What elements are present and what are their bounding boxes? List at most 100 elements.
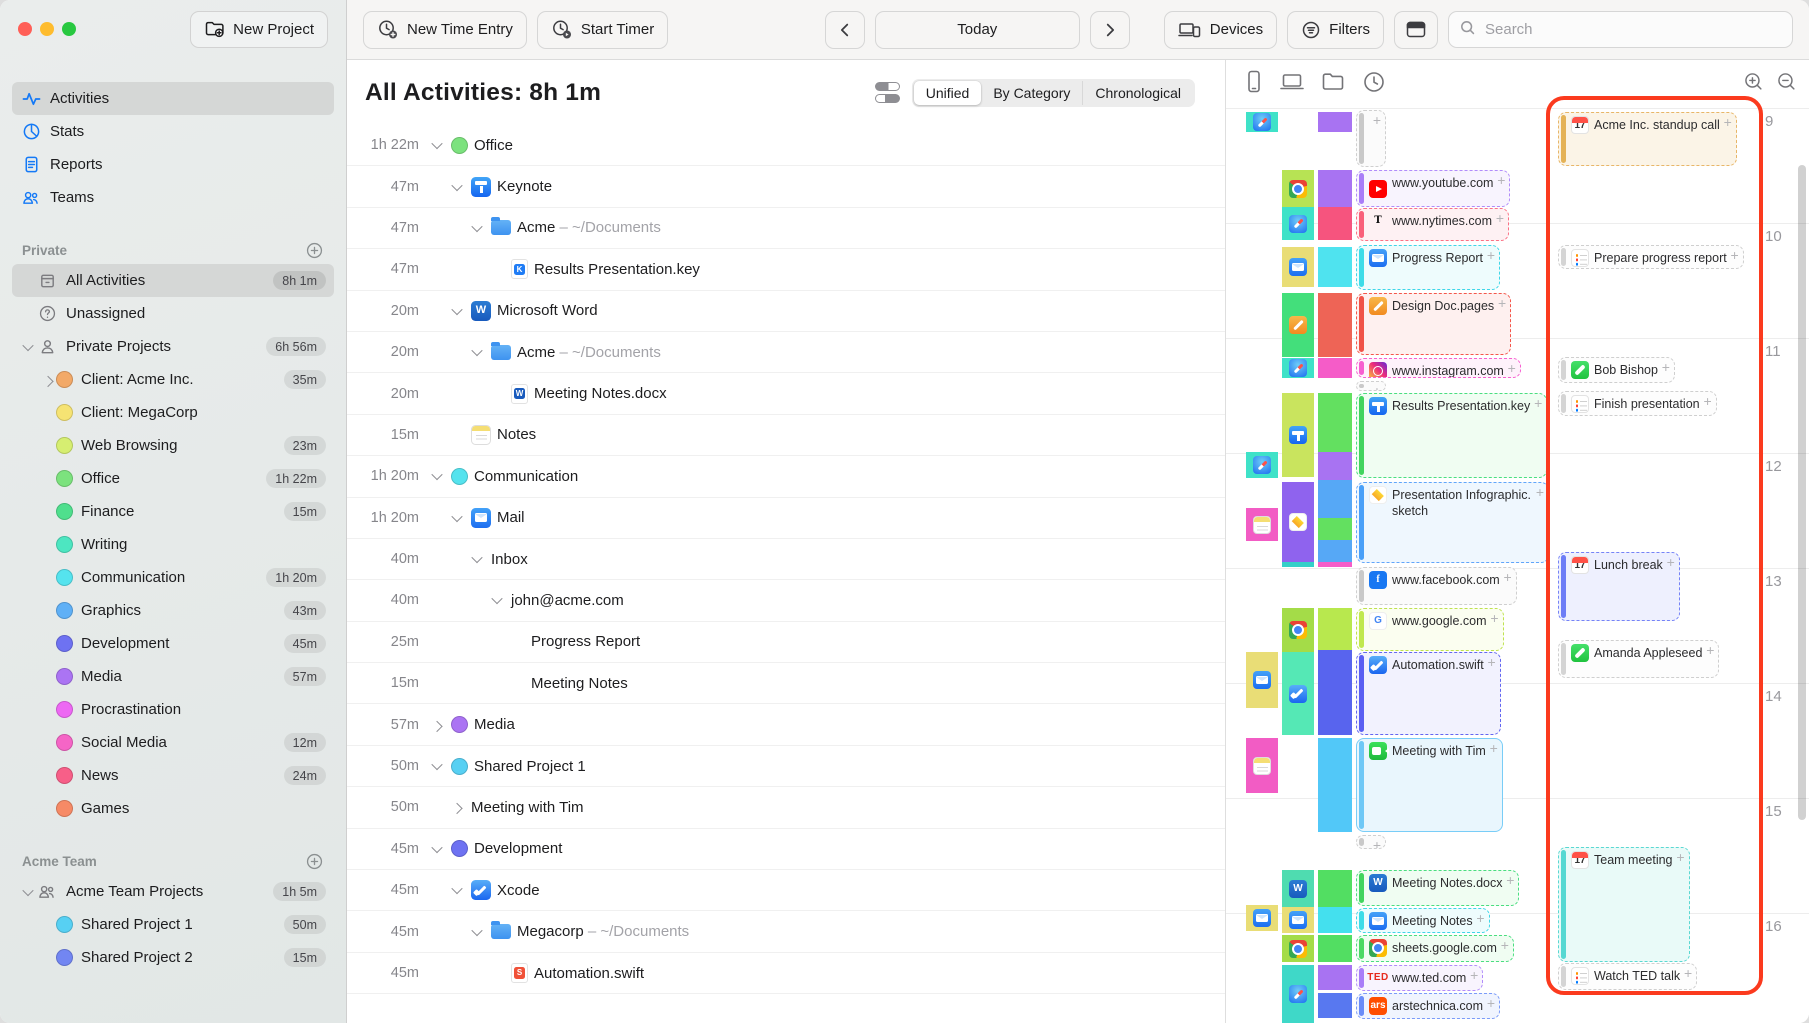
activity-row-office[interactable]: 1h 22mOffice	[347, 125, 1225, 166]
previous-day-button[interactable]	[825, 11, 865, 49]
sidebar-item-shared-project-2[interactable]: Shared Project 215m	[32, 941, 334, 974]
task-entry-bob-bishop[interactable]: Bob Bishop+	[1558, 357, 1675, 383]
usage-entry-www-instagram-com[interactable]: www.instagram.com+	[1356, 358, 1521, 378]
usage-entry-progress-report[interactable]: Progress Report+	[1356, 245, 1500, 290]
disclosure-chevron[interactable]	[449, 886, 465, 894]
timeline-block[interactable]	[1318, 935, 1352, 962]
activity-row-megacorp[interactable]: 45mMegacorp – ~/Documents	[347, 911, 1225, 952]
sidebar-item-games[interactable]: Games	[32, 792, 334, 825]
add-rule-button[interactable]: +	[1506, 873, 1514, 887]
activity-row-shared-project-1[interactable]: 50mShared Project 1	[347, 746, 1225, 787]
sidebar-item-unassigned[interactable]: Unassigned	[12, 297, 334, 330]
timeline-block[interactable]	[1318, 358, 1352, 378]
view-option-chronological[interactable]: Chronological	[1082, 81, 1193, 105]
activity-row-progress-report[interactable]: 25mProgress Report	[347, 622, 1225, 663]
activity-row-xcode[interactable]: 45mXcode	[347, 870, 1225, 911]
disclosure-chevron[interactable]	[469, 928, 485, 936]
sidebar-item-all-activities[interactable]: All Activities8h 1m	[12, 264, 334, 297]
next-day-button[interactable]	[1090, 11, 1130, 49]
add-rule-button[interactable]: +	[1487, 996, 1495, 1010]
disclosure-chevron[interactable]	[429, 141, 445, 149]
activity-row-media[interactable]: 57mMedia	[347, 704, 1225, 745]
timeline-block[interactable]	[1318, 993, 1352, 1018]
add-rule-button[interactable]: +	[1496, 211, 1504, 225]
timeline-block[interactable]	[1318, 452, 1352, 480]
activity-row-mail[interactable]: 1h 20mMail	[347, 498, 1225, 539]
sidebar-item-client-megacorp[interactable]: Client: MegaCorp	[32, 396, 334, 429]
task-entry-team-meeting[interactable]: 17Team meeting+	[1558, 847, 1690, 962]
usage-entry-www-youtube-com[interactable]: www.youtube.com+	[1356, 170, 1510, 207]
usage-entry-empty[interactable]: +	[1356, 110, 1386, 167]
add-project-button[interactable]	[305, 852, 324, 871]
activity-row-acme[interactable]: 20mAcme – ~/Documents	[347, 332, 1225, 373]
timeline-block[interactable]	[1246, 508, 1278, 541]
usage-entry-empty[interactable]: +	[1356, 835, 1386, 849]
timeline-block[interactable]	[1318, 112, 1352, 132]
add-rule-button[interactable]: +	[1470, 968, 1478, 982]
timeline-block[interactable]	[1318, 738, 1352, 832]
usage-entry-meeting-with-tim[interactable]: Meeting with Tim+	[1356, 738, 1503, 832]
timeline-block[interactable]	[1246, 652, 1278, 708]
activity-row-automation-swift[interactable]: 45mSAutomation.swift	[347, 953, 1225, 994]
add-rule-button[interactable]: +	[1508, 361, 1516, 375]
task-entry-amanda-appleseed[interactable]: Amanda Appleseed+	[1558, 640, 1719, 678]
add-rule-button[interactable]: +	[1373, 113, 1381, 127]
timeline-block[interactable]	[1318, 907, 1352, 933]
timeline-block[interactable]	[1282, 652, 1314, 735]
sidebar-item-finance[interactable]: Finance15m	[32, 495, 334, 528]
disclosure-chevron[interactable]	[469, 555, 485, 563]
timeline-block[interactable]	[1318, 518, 1352, 540]
disclosure-chevron[interactable]	[449, 514, 465, 522]
usage-entry-meeting-notes[interactable]: Meeting Notes+	[1356, 908, 1490, 933]
add-rule-button[interactable]: +	[1373, 838, 1381, 849]
timeline-block[interactable]	[1282, 393, 1314, 477]
usage-entry-arstechnica-com[interactable]: arsarstechnica.com+	[1356, 993, 1500, 1019]
sidebar-item-private-projects[interactable]: Private Projects6h 56m	[12, 330, 334, 363]
start-timer-button[interactable]: Start Timer	[537, 11, 668, 49]
activity-row-meeting-notes[interactable]: 15mMeeting Notes	[347, 663, 1225, 704]
task-entry-lunch-break[interactable]: 17Lunch break+	[1558, 552, 1680, 621]
activity-row-meeting-notes-docx[interactable]: 20mWMeeting Notes.docx	[347, 373, 1225, 414]
timeline-block[interactable]	[1246, 738, 1278, 793]
filters-button[interactable]: Filters	[1287, 11, 1384, 49]
add-rule-button[interactable]: +	[1667, 555, 1675, 569]
activity-row-development[interactable]: 45mDevelopment	[347, 829, 1225, 870]
timeline-block[interactable]	[1318, 207, 1352, 240]
sidebar-item-writing[interactable]: Writing	[32, 528, 334, 561]
timeline-block[interactable]	[1282, 247, 1314, 287]
timeline-block[interactable]	[1318, 247, 1352, 287]
timeline-block[interactable]	[1318, 540, 1352, 562]
timeline-block[interactable]	[1282, 482, 1314, 562]
zoom-out-icon[interactable]	[1776, 71, 1797, 92]
timeline-block[interactable]	[1318, 562, 1352, 567]
timeline-block[interactable]	[1282, 293, 1314, 357]
minimize-button[interactable]	[40, 22, 54, 36]
sidebar-item-graphics[interactable]: Graphics43m	[32, 594, 334, 627]
sidebar-item-social-media[interactable]: Social Media12m	[32, 726, 334, 759]
new-time-entry-button[interactable]: New Time Entry	[363, 11, 527, 49]
timeline-block[interactable]	[1282, 907, 1314, 933]
add-rule-button[interactable]: +	[1476, 911, 1484, 925]
timeline-block[interactable]	[1282, 207, 1314, 240]
usage-entry-results-presentation-key[interactable]: Results Presentation.key+	[1356, 393, 1547, 478]
search-field[interactable]	[1448, 11, 1793, 48]
timeline-block[interactable]	[1318, 650, 1352, 735]
add-rule-button[interactable]: +	[1490, 741, 1498, 755]
disclosure-chevron[interactable]	[429, 762, 445, 770]
timeline-scrollbar[interactable]	[1798, 165, 1806, 820]
task-entry-watch-ted-talk[interactable]: Watch TED talk+	[1558, 963, 1697, 990]
activity-row-communication[interactable]: 1h 20mCommunication	[347, 456, 1225, 497]
disclosure-chevron[interactable]	[429, 472, 445, 480]
timeline-block[interactable]	[1282, 170, 1314, 207]
timeline-block[interactable]	[1318, 870, 1352, 907]
sidebar-item-stats[interactable]: Stats	[12, 115, 334, 148]
usage-entry-meeting-notes-docx[interactable]: WMeeting Notes.docx+	[1356, 870, 1519, 906]
timeline-block[interactable]	[1282, 562, 1314, 567]
timeline-block[interactable]	[1246, 452, 1278, 478]
sidebar-item-teams[interactable]: Teams	[12, 181, 334, 214]
timeline-block[interactable]	[1282, 935, 1314, 962]
add-rule-button[interactable]: +	[1490, 611, 1498, 625]
disclosure-chevron[interactable]	[20, 343, 36, 351]
timeline-block[interactable]	[1318, 608, 1352, 650]
timeline-block[interactable]	[1246, 112, 1278, 132]
